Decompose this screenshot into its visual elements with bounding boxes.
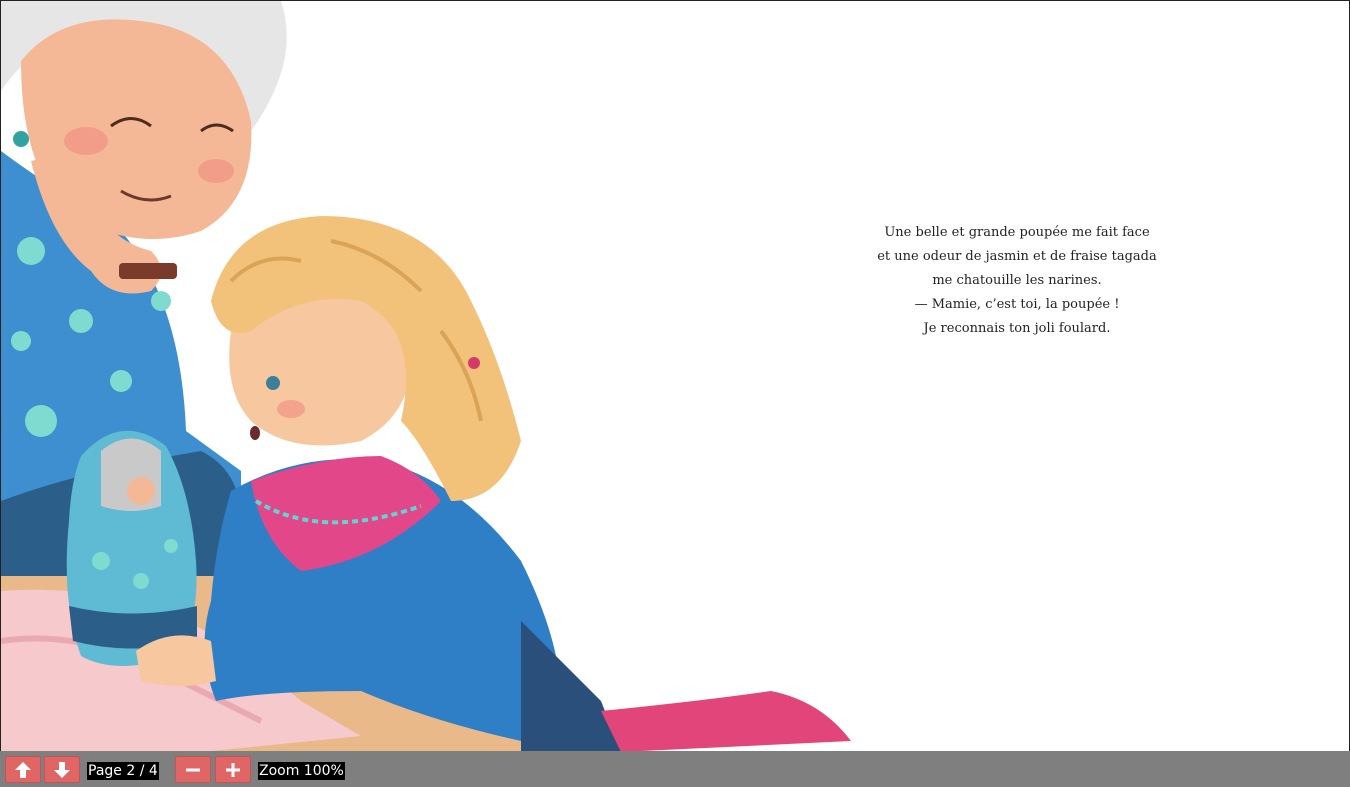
story-line: et une odeur de jasmin et de fraise taga… <box>877 249 1157 264</box>
arrow-up-icon <box>15 761 31 778</box>
previous-page-button[interactable] <box>5 756 41 783</box>
zoom-indicator: Zoom 100% <box>258 762 345 780</box>
viewer-toolbar: Page 2 / 4 Zoom 100% <box>0 751 1350 787</box>
zoom-out-button[interactable] <box>175 756 211 783</box>
book-viewer: Une belle et grande poupée me fait face … <box>0 0 1350 751</box>
next-page-button[interactable] <box>44 756 80 783</box>
page-indicator: Page 2 / 4 <box>87 762 159 780</box>
girl <box>136 216 851 751</box>
minus-icon <box>186 768 200 771</box>
zoom-in-button[interactable] <box>215 756 251 783</box>
story-line: Je reconnais ton joli foulard. <box>923 321 1111 336</box>
arrow-down-icon <box>54 761 70 778</box>
story-line: — Mamie, c’est toi, la poupée ! <box>914 297 1120 312</box>
story-text: Une belle et grande poupée me fait face … <box>857 221 1177 341</box>
story-line: me chatouille les narines. <box>932 273 1102 288</box>
illustration <box>1 1 851 751</box>
story-line: Une belle et grande poupée me fait face <box>884 225 1150 240</box>
plus-icon <box>226 762 240 777</box>
